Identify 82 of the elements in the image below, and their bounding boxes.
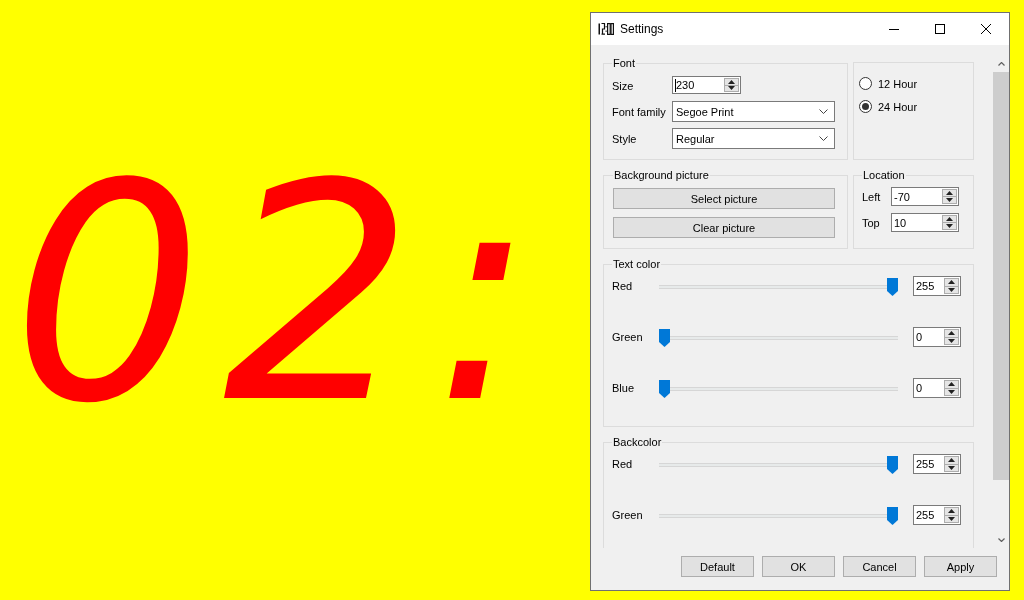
down-triangle-icon	[948, 287, 955, 292]
down-triangle-icon	[728, 86, 735, 91]
clock-text: 02:	[12, 167, 555, 422]
dialog-button[interactable]: Default	[681, 556, 754, 577]
field-label: Left	[862, 190, 881, 203]
number-field[interactable]: 0	[913, 327, 961, 347]
channel-label: Red	[612, 458, 633, 470]
spin-up-button[interactable]	[942, 215, 957, 223]
number-field[interactable]: 255	[913, 276, 961, 296]
spin-down-button[interactable]	[724, 85, 739, 92]
group-label: Text color	[612, 257, 662, 271]
number-field[interactable]: 0	[913, 378, 961, 398]
channel-label: Blue	[612, 382, 635, 394]
spin-down-button[interactable]	[944, 464, 959, 472]
slider-thumb[interactable]	[887, 455, 898, 474]
number-field[interactable]: -70	[891, 187, 959, 206]
spin-down-button[interactable]	[942, 223, 957, 230]
down-triangle-icon	[948, 389, 955, 394]
spin-up-button[interactable]	[944, 456, 959, 465]
dropdown[interactable]: Segoe Print	[672, 101, 835, 122]
window-title: Settings	[620, 22, 664, 36]
down-triangle-icon	[948, 516, 955, 521]
down-triangle-icon	[948, 338, 955, 343]
spin-up-button[interactable]	[724, 78, 739, 86]
spin-up-button[interactable]	[944, 329, 959, 338]
spin-up-button[interactable]	[944, 380, 959, 389]
slider-thumb[interactable]	[887, 506, 898, 525]
chevron-down-icon	[819, 109, 828, 114]
up-triangle-icon	[948, 509, 955, 514]
maximize-icon	[935, 24, 945, 34]
radio-button[interactable]	[859, 77, 872, 90]
spin-down-button[interactable]	[944, 286, 959, 294]
chevron-down-icon[interactable]	[997, 538, 1005, 542]
picture-button[interactable]: Clear picture	[613, 217, 835, 238]
field-label: Size	[612, 79, 634, 92]
spin-down-button[interactable]	[944, 515, 959, 523]
field-label: Style	[612, 132, 637, 145]
dropdown[interactable]: Regular	[672, 128, 835, 149]
number-field[interactable]: 255	[913, 454, 961, 474]
spin-down-button[interactable]	[944, 388, 959, 396]
field-label: Font family	[612, 105, 666, 118]
radio-label[interactable]: 24 Hour	[878, 100, 918, 113]
up-triangle-icon	[946, 191, 953, 195]
channel-label: Green	[612, 509, 643, 521]
dialog-button[interactable]: Apply	[924, 556, 997, 577]
radio-button[interactable]	[859, 100, 872, 113]
slider-thumb[interactable]	[659, 379, 670, 398]
channel-label: Green	[612, 331, 643, 343]
scrollbar-thumb[interactable]	[993, 72, 1009, 480]
radio-label[interactable]: 12 Hour	[878, 77, 918, 90]
chevron-down-icon	[819, 136, 828, 141]
channel-label: Red	[612, 280, 633, 292]
spin-up-button[interactable]	[944, 507, 959, 516]
chevron-up-icon[interactable]	[997, 62, 1005, 66]
group-label: Location	[862, 168, 906, 182]
number-field[interactable]: 10	[891, 213, 959, 232]
group-label: Backcolor	[612, 435, 663, 449]
number-field[interactable]: 230	[672, 76, 741, 94]
spin-down-button[interactable]	[942, 197, 957, 204]
number-field[interactable]: 255	[913, 505, 961, 525]
slider-thumb[interactable]	[659, 328, 670, 347]
slider-thumb[interactable]	[887, 277, 898, 296]
spin-up-button[interactable]	[944, 278, 959, 287]
spin-down-button[interactable]	[944, 337, 959, 345]
up-triangle-icon	[948, 280, 955, 285]
group-label: Font	[612, 56, 636, 70]
down-triangle-icon	[946, 198, 953, 202]
close-icon	[981, 24, 991, 34]
up-triangle-icon	[948, 331, 955, 336]
group-label: Background picture	[613, 168, 710, 182]
down-triangle-icon	[946, 224, 953, 228]
dialog-button[interactable]: OK	[762, 556, 835, 577]
up-triangle-icon	[728, 79, 735, 84]
field-label: Top	[862, 216, 880, 229]
up-triangle-icon	[948, 382, 955, 387]
digital-clock-icon	[598, 23, 614, 35]
up-triangle-icon	[946, 217, 953, 221]
picture-button[interactable]: Select picture	[613, 188, 835, 209]
up-triangle-icon	[948, 458, 955, 463]
down-triangle-icon	[948, 465, 955, 470]
spin-up-button[interactable]	[942, 189, 957, 197]
dialog-button[interactable]: Cancel	[843, 556, 916, 577]
